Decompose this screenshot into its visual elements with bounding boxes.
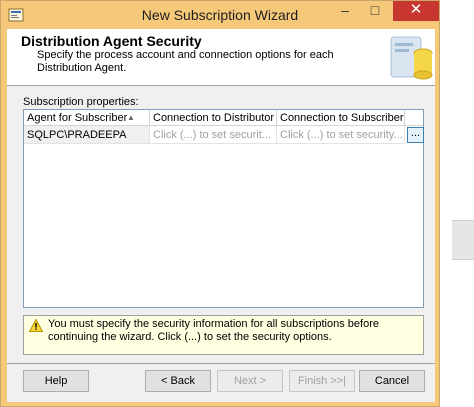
column-header-agent[interactable]: Agent for Subscriber ▲ (24, 110, 150, 126)
subscription-properties-label: Subscription properties: (23, 96, 139, 108)
wizard-body: Distribution Agent Security Specify the … (7, 29, 435, 402)
column-header-distributor[interactable]: Connection to Distributor (150, 110, 277, 126)
finish-button[interactable]: Finish >>| (289, 370, 355, 392)
wizard-window: New Subscription Wizard – □ ✕ Distributi… (0, 0, 440, 407)
cancel-button[interactable]: Cancel (359, 370, 425, 392)
column-header-action (405, 110, 423, 126)
warning-icon (29, 319, 43, 332)
warning-message-box: You must specify the security informatio… (23, 315, 424, 355)
background-window-edge (452, 220, 474, 260)
next-button[interactable]: Next > (217, 370, 283, 392)
agent-cell[interactable]: SQLPC\PRADEEPA (24, 126, 150, 144)
database-wizard-icon (390, 36, 433, 80)
page-description: Specify the process account and connecti… (37, 49, 334, 74)
subscriber-connection-cell[interactable]: Click (...) to set security... (277, 126, 405, 144)
title-bar[interactable]: New Subscription Wizard – □ ✕ (1, 1, 439, 29)
back-button[interactable]: < Back (145, 370, 211, 392)
button-separator (7, 363, 435, 364)
sort-ascending-icon: ▲ (127, 113, 135, 122)
subscription-properties-grid: Agent for Subscriber ▲ Connection to Dis… (23, 109, 424, 308)
column-header-agent-label: Agent for Subscriber (27, 112, 128, 124)
close-button[interactable]: ✕ (393, 1, 439, 21)
set-security-button[interactable]: ... (407, 127, 424, 143)
page-title: Distribution Agent Security (21, 33, 202, 49)
page-header: Distribution Agent Security Specify the … (7, 29, 435, 86)
minimize-button[interactable]: – (331, 1, 359, 21)
maximize-button[interactable]: □ (361, 1, 389, 21)
column-header-subscriber[interactable]: Connection to Subscriber (277, 110, 405, 126)
warning-text: You must specify the security informatio… (48, 318, 379, 343)
distributor-connection-cell[interactable]: Click (...) to set securit... (150, 126, 277, 144)
help-button[interactable]: Help (23, 370, 89, 392)
